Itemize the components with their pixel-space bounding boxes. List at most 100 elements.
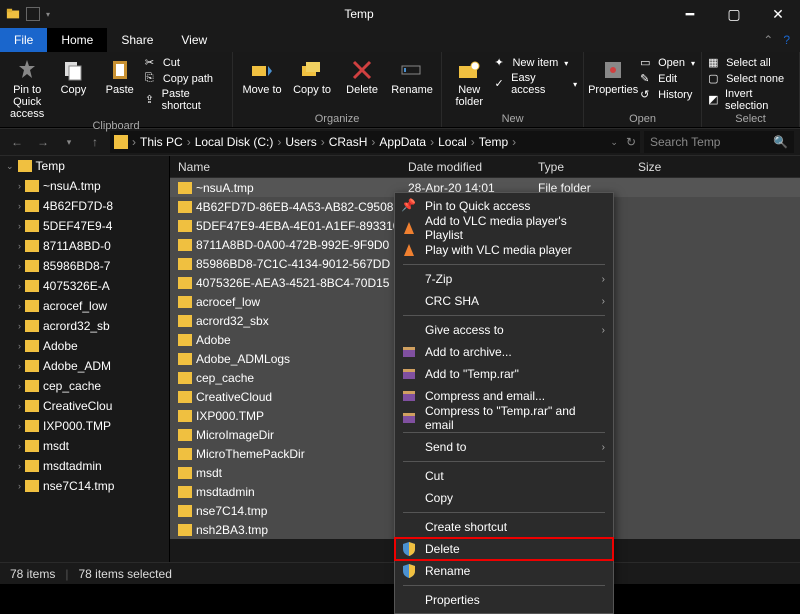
chevron-right-icon: › — [602, 296, 605, 307]
easy-access-button[interactable]: ✓Easy access▾ — [494, 72, 577, 96]
ribbon-collapse-icon[interactable]: ⌃ — [763, 33, 773, 47]
nav-item[interactable]: ›4075326E-A — [0, 276, 169, 296]
ribbon: Pin to Quick access Copy Paste ✂Cut ⎘Cop… — [0, 52, 800, 128]
ctx-compress-temp-email[interactable]: Compress to "Temp.rar" and email — [395, 407, 613, 429]
folder-icon — [25, 300, 39, 312]
nav-item[interactable]: ›nse7C14.tmp — [0, 476, 169, 496]
col-size[interactable]: Size — [630, 160, 710, 174]
vlc-icon — [401, 242, 417, 258]
group-label: Organize — [239, 113, 435, 127]
nav-item[interactable]: ›85986BD8-7 — [0, 256, 169, 276]
copy-path-button[interactable]: ⎘Copy path — [145, 72, 226, 86]
select-all-button[interactable]: ▦Select all — [708, 56, 793, 70]
ctx-delete[interactable]: Delete — [395, 538, 613, 560]
group-label: Open — [590, 113, 695, 127]
delete-button[interactable]: Delete — [339, 54, 385, 96]
folder-icon — [178, 391, 192, 403]
crumb[interactable]: Temp — [479, 135, 508, 149]
move-to-button[interactable]: Move to — [239, 54, 285, 96]
ribbon-group-open: Properties ▭Open▾ ✎Edit ↺History Open — [584, 52, 702, 127]
ctx-vlc-playlist[interactable]: Add to VLC media player's Playlist — [395, 217, 613, 239]
status-items: 78 items — [10, 567, 55, 581]
ctx-rename[interactable]: Rename — [395, 560, 613, 582]
new-item-button[interactable]: ✦New item▾ — [494, 56, 577, 70]
qat-item[interactable] — [26, 7, 40, 21]
tab-file[interactable]: File — [0, 28, 47, 52]
nav-item[interactable]: ›acrord32_sb — [0, 316, 169, 336]
paste-button[interactable]: Paste — [99, 54, 141, 96]
maximize-button[interactable]: ▢ — [712, 0, 756, 28]
nav-item[interactable]: ›IXP000.TMP — [0, 416, 169, 436]
up-button[interactable]: ↑ — [84, 131, 106, 153]
ctx-cut[interactable]: Cut — [395, 465, 613, 487]
select-none-button[interactable]: ▢Select none — [708, 72, 793, 86]
invert-selection-button[interactable]: ◩Invert selection — [708, 88, 793, 112]
ctx-add-temp[interactable]: Add to "Temp.rar" — [395, 363, 613, 385]
nav-item[interactable]: ›8711A8BD-0 — [0, 236, 169, 256]
help-icon[interactable]: ? — [783, 33, 790, 47]
ctx-give-access[interactable]: Give access to› — [395, 319, 613, 341]
select-all-icon: ▦ — [708, 56, 722, 70]
col-type[interactable]: Type — [530, 160, 630, 174]
dropdown-icon[interactable]: ⌄ — [610, 137, 618, 148]
refresh-icon[interactable]: ↻ — [626, 135, 636, 149]
nav-item[interactable]: ›acrocef_low — [0, 296, 169, 316]
ctx-send-to[interactable]: Send to› — [395, 436, 613, 458]
folder-icon — [178, 505, 192, 517]
nav-item[interactable]: ›msdt — [0, 436, 169, 456]
ctx-7zip[interactable]: 7-Zip› — [395, 268, 613, 290]
nav-item[interactable]: ›Adobe_ADM — [0, 356, 169, 376]
close-button[interactable]: ✕ — [756, 0, 800, 28]
nav-root[interactable]: ⌄Temp — [0, 156, 169, 176]
rename-button[interactable]: Rename — [389, 54, 435, 96]
tab-view[interactable]: View — [167, 28, 221, 52]
cut-button[interactable]: ✂Cut — [145, 56, 226, 70]
new-folder-button[interactable]: New folder — [448, 54, 490, 108]
col-name[interactable]: Name — [170, 160, 400, 174]
nav-item[interactable]: ›cep_cache — [0, 376, 169, 396]
nav-item[interactable]: ›Adobe — [0, 336, 169, 356]
ctx-copy[interactable]: Copy — [395, 487, 613, 509]
open-button[interactable]: ▭Open▾ — [640, 56, 695, 70]
tab-share[interactable]: Share — [107, 28, 167, 52]
column-headers[interactable]: Name Date modified Type Size — [170, 156, 800, 178]
properties-button[interactable]: Properties — [590, 54, 636, 96]
crumb[interactable]: Users — [285, 135, 316, 149]
copy-button[interactable]: Copy — [52, 54, 94, 96]
crumb[interactable]: AppData — [379, 135, 426, 149]
copy-to-button[interactable]: Copy to — [289, 54, 335, 96]
navigation-pane[interactable]: ⌄Temp ›~nsuA.tmp›4B62FD7D-8›5DEF47E9-4›8… — [0, 156, 170, 562]
ctx-create-shortcut[interactable]: Create shortcut — [395, 516, 613, 538]
breadcrumb[interactable]: › This PC› Local Disk (C:)› Users› CRasH… — [110, 131, 640, 153]
ctx-properties[interactable]: Properties — [395, 589, 613, 611]
recent-button[interactable]: ▾ — [58, 131, 80, 153]
paste-shortcut-button[interactable]: ⇪Paste shortcut — [145, 88, 226, 112]
nav-item[interactable]: ›~nsuA.tmp — [0, 176, 169, 196]
forward-button[interactable]: → — [32, 131, 54, 153]
folder-icon — [114, 135, 128, 149]
nav-item[interactable]: ›CreativeClou — [0, 396, 169, 416]
folder-icon — [178, 239, 192, 251]
history-icon: ↺ — [640, 88, 654, 102]
crumb[interactable]: Local — [438, 135, 467, 149]
edit-button[interactable]: ✎Edit — [640, 72, 695, 86]
access-icon: ✓ — [494, 77, 507, 91]
ctx-add-archive[interactable]: Add to archive... — [395, 341, 613, 363]
ctx-vlc-play[interactable]: Play with VLC media player — [395, 239, 613, 261]
back-button[interactable]: ← — [6, 131, 28, 153]
ctx-crc[interactable]: CRC SHA› — [395, 290, 613, 312]
chevron-right-icon: › — [602, 325, 605, 336]
crumb[interactable]: CRasH — [329, 135, 368, 149]
crumb[interactable]: This PC — [140, 135, 183, 149]
nav-item[interactable]: ›4B62FD7D-8 — [0, 196, 169, 216]
nav-item[interactable]: ›5DEF47E9-4 — [0, 216, 169, 236]
col-date[interactable]: Date modified — [400, 160, 530, 174]
pin-button[interactable]: Pin to Quick access — [6, 54, 48, 120]
search-input[interactable]: Search Temp 🔍 — [644, 131, 794, 153]
tab-home[interactable]: Home — [47, 28, 107, 52]
group-label: New — [448, 113, 577, 127]
nav-item[interactable]: ›msdtadmin — [0, 456, 169, 476]
minimize-button[interactable]: ━ — [668, 0, 712, 28]
crumb[interactable]: Local Disk (C:) — [195, 135, 274, 149]
history-button[interactable]: ↺History — [640, 88, 695, 102]
